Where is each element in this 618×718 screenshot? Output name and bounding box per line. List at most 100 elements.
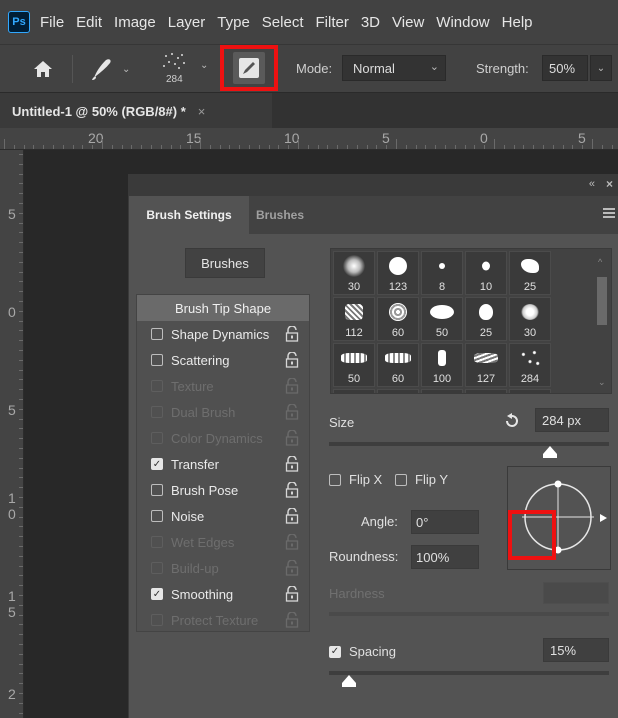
flip-x-checkbox[interactable]: Flip X — [329, 472, 382, 487]
spacing-slider[interactable] — [329, 671, 609, 675]
roundness-input[interactable]: 100% — [411, 545, 479, 569]
lock-icon[interactable] — [285, 378, 299, 394]
brush-tip[interactable] — [465, 389, 507, 393]
lock-icon[interactable] — [285, 326, 299, 342]
brush-tip[interactable]: 50 — [421, 297, 463, 341]
document-tab[interactable]: Untitled-1 @ 50% (RGB/8#) * × — [0, 93, 272, 129]
brush-picker[interactable]: 284 ⌄ — [152, 48, 214, 88]
setting-label: Shape Dynamics — [171, 326, 270, 342]
brush-tip-preview-icon — [343, 255, 365, 277]
mode-select[interactable]: Normal ⌄ — [342, 55, 446, 81]
setting-color-dynamics[interactable]: Color Dynamics — [137, 425, 309, 451]
strength-dropdown[interactable]: ⌄ — [590, 55, 612, 81]
brush-settings-panel-toggle[interactable] — [233, 52, 265, 84]
menu-select[interactable]: Select — [256, 14, 310, 31]
scrollbar-thumb[interactable] — [597, 277, 607, 325]
lock-icon[interactable] — [285, 404, 299, 420]
lock-icon[interactable] — [285, 612, 299, 628]
setting-texture[interactable]: Texture — [137, 373, 309, 399]
menu-file[interactable]: File — [34, 14, 70, 31]
flip-y-checkbox[interactable]: Flip Y — [395, 472, 448, 487]
menu-layer[interactable]: Layer — [162, 14, 212, 31]
brush-tip[interactable]: 8 — [421, 251, 463, 295]
panel-menu-icon[interactable] — [603, 208, 615, 220]
checkbox[interactable]: ✓ — [151, 588, 163, 600]
brush-tip[interactable]: 284 — [509, 343, 551, 387]
tab-brushes[interactable]: Brushes — [249, 196, 311, 234]
brush-tip[interactable] — [421, 389, 463, 393]
spacing-input[interactable]: 15% — [543, 638, 609, 662]
menu-help[interactable]: Help — [496, 14, 539, 31]
brush-tip[interactable]: 60 — [377, 343, 419, 387]
lock-icon[interactable] — [285, 560, 299, 576]
home-button[interactable] — [28, 55, 58, 83]
checkbox[interactable] — [151, 510, 163, 522]
brush-tip[interactable]: 60 — [377, 297, 419, 341]
checkbox — [151, 380, 163, 392]
brush-tip[interactable]: 100 — [421, 343, 463, 387]
brush-tip[interactable]: 127 — [465, 343, 507, 387]
checkbox[interactable] — [151, 328, 163, 340]
menu-type[interactable]: Type — [211, 14, 256, 31]
setting-noise[interactable]: Noise — [137, 503, 309, 529]
size-slider[interactable] — [329, 442, 609, 446]
setting-wet-edges[interactable]: Wet Edges — [137, 529, 309, 555]
checkbox[interactable] — [151, 484, 163, 496]
brush-tip[interactable]: 112 — [333, 297, 375, 341]
lock-icon[interactable] — [285, 482, 299, 498]
setting-scattering[interactable]: Scattering — [137, 347, 309, 373]
menu-window[interactable]: Window — [430, 14, 495, 31]
spacing-checkbox[interactable]: ✓ Spacing — [329, 644, 396, 659]
brush-tip[interactable] — [377, 389, 419, 393]
checkbox[interactable] — [395, 473, 407, 486]
strength-input[interactable]: 50% — [542, 55, 588, 81]
menu-edit[interactable]: Edit — [70, 14, 108, 31]
setting-shape-dynamics[interactable]: Shape Dynamics — [137, 321, 309, 347]
menu-view[interactable]: View — [386, 14, 430, 31]
collapse-icon[interactable]: « — [589, 178, 595, 190]
brush-tip[interactable] — [509, 389, 551, 393]
menu-filter[interactable]: Filter — [310, 14, 355, 31]
brush-tip[interactable]: 10 — [465, 251, 507, 295]
setting-build-up[interactable]: Build-up — [137, 555, 309, 581]
tip-grid-scrollbar[interactable]: ^ ⌄ — [593, 249, 611, 393]
lock-icon[interactable] — [285, 586, 299, 602]
lock-icon[interactable] — [285, 430, 299, 446]
menu-image[interactable]: Image — [108, 14, 162, 31]
panel-titlebar[interactable]: « × — [129, 174, 618, 196]
checkbox[interactable] — [329, 473, 341, 486]
close-icon[interactable]: × — [606, 177, 613, 191]
setting-brush-pose[interactable]: Brush Pose — [137, 477, 309, 503]
brush-tip[interactable]: 25 — [509, 251, 551, 295]
angle-input[interactable]: 0° — [411, 510, 479, 534]
chevron-down-icon[interactable]: ⌄ — [598, 377, 606, 388]
reset-icon[interactable] — [503, 412, 521, 430]
checkbox[interactable] — [151, 354, 163, 366]
lock-icon[interactable] — [285, 456, 299, 472]
setting-protect-texture[interactable]: Protect Texture — [137, 607, 309, 633]
brush-tip-shape-item[interactable]: Brush Tip Shape — [137, 295, 309, 321]
brush-tip[interactable] — [333, 389, 375, 393]
lock-icon[interactable] — [285, 534, 299, 550]
brush-tip[interactable]: 50 — [333, 343, 375, 387]
brush-tip[interactable]: 25 — [465, 297, 507, 341]
tool-preset-picker[interactable]: ⌄ — [88, 55, 134, 83]
menu-3d[interactable]: 3D — [355, 14, 386, 31]
tab-brush-settings[interactable]: Brush Settings — [129, 196, 249, 234]
chevron-up-icon[interactable]: ^ — [598, 257, 602, 267]
checkbox[interactable]: ✓ — [151, 458, 163, 470]
size-slider-thumb[interactable] — [543, 446, 557, 458]
close-icon[interactable]: × — [198, 104, 206, 119]
spacing-slider-thumb[interactable] — [342, 675, 356, 687]
size-input[interactable]: 284 px — [535, 408, 609, 432]
setting-transfer[interactable]: ✓ Transfer — [137, 451, 309, 477]
lock-icon[interactable] — [285, 352, 299, 368]
brush-tip[interactable]: 30 — [509, 297, 551, 341]
setting-dual-brush[interactable]: Dual Brush — [137, 399, 309, 425]
brushes-button[interactable]: Brushes — [185, 248, 265, 278]
brush-tip[interactable]: 123 — [377, 251, 419, 295]
checkbox[interactable]: ✓ — [329, 645, 341, 658]
setting-smoothing[interactable]: ✓ Smoothing — [137, 581, 309, 607]
brush-tip[interactable]: 30 — [333, 251, 375, 295]
lock-icon[interactable] — [285, 508, 299, 524]
